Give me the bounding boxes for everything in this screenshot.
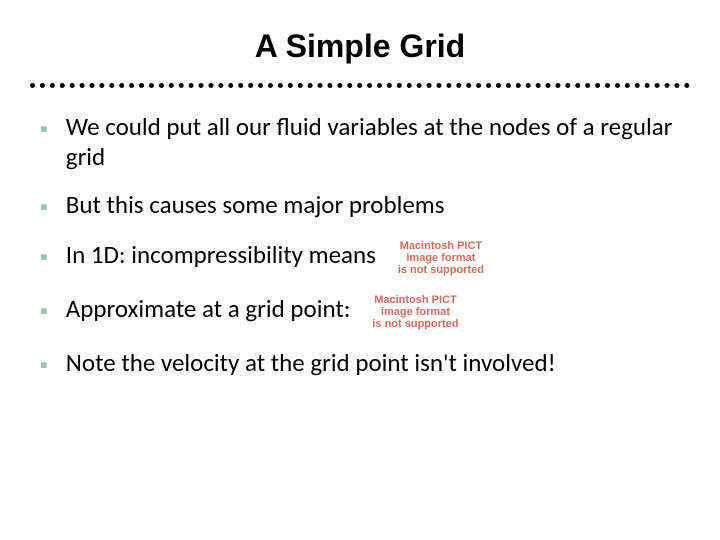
pict-line: is not supported	[360, 318, 470, 330]
bullet-body: But this causes some major problems	[66, 190, 680, 220]
pict-line: Macintosh PICT	[360, 294, 470, 306]
bullet-icon: ▪	[40, 296, 48, 326]
bullet-text: But this causes some major problems	[66, 190, 445, 220]
list-item: ▪ In 1D: incompressibility means Macinto…	[40, 240, 680, 276]
bullet-text: Approximate at a grid point:	[66, 294, 351, 324]
divider	[30, 83, 690, 88]
bullet-body: Approximate at a grid point: Macintosh P…	[66, 294, 680, 330]
bullet-icon: ▪	[40, 242, 48, 272]
pict-placeholder: Macintosh PICT image format is not suppo…	[360, 294, 470, 330]
pict-line: Macintosh PICT	[386, 240, 496, 252]
pict-line: image format	[386, 252, 496, 264]
slide: A Simple Grid ▪ We could put all our flu…	[0, 0, 720, 540]
bullet-text: We could put all our fluid variables at …	[66, 112, 680, 172]
pict-line: is not supported	[386, 264, 496, 276]
bullet-body: In 1D: incompressibility means Macintosh…	[66, 240, 680, 276]
bullet-text: In 1D: incompressibility means	[66, 240, 376, 270]
bullet-body: Note the velocity at the grid point isn'…	[66, 348, 680, 378]
bullet-text: Note the velocity at the grid point isn'…	[66, 348, 556, 378]
bullet-icon: ▪	[40, 350, 48, 380]
list-item: ▪ We could put all our fluid variables a…	[40, 112, 680, 172]
list-item: ▪ Note the velocity at the grid point is…	[40, 348, 680, 380]
bullet-list: ▪ We could put all our fluid variables a…	[0, 112, 720, 380]
bullet-icon: ▪	[40, 114, 48, 144]
pict-placeholder: Macintosh PICT image format is not suppo…	[386, 240, 496, 276]
pict-line: image format	[360, 306, 470, 318]
bullet-body: We could put all our fluid variables at …	[66, 112, 680, 172]
list-item: ▪ But this causes some major problems	[40, 190, 680, 222]
bullet-icon: ▪	[40, 192, 48, 222]
page-title: A Simple Grid	[0, 0, 720, 83]
list-item: ▪ Approximate at a grid point: Macintosh…	[40, 294, 680, 330]
